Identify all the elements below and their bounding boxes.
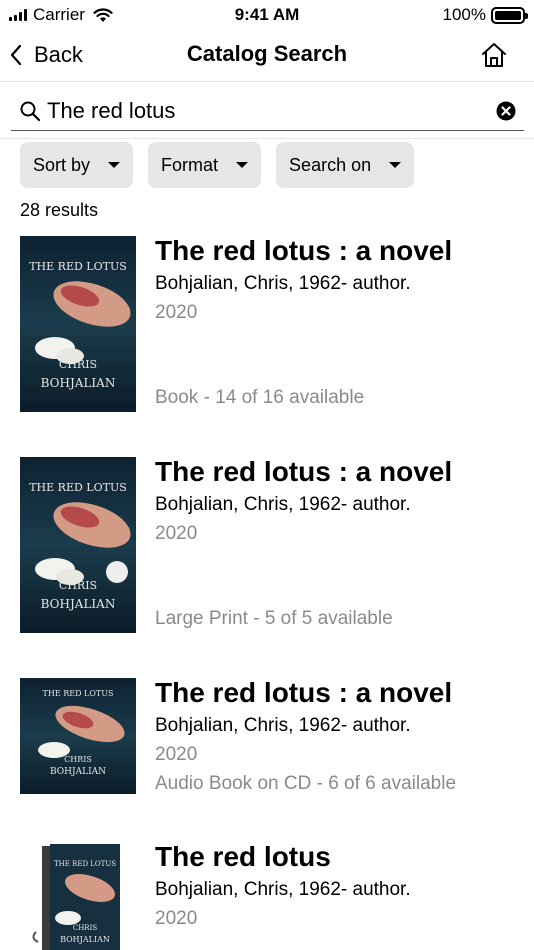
caret-down-icon (108, 162, 121, 168)
svg-text:BOHJALIAN: BOHJALIAN (41, 376, 116, 390)
clear-icon[interactable] (496, 101, 516, 121)
result-availability: Audio Book on CD - 6 of 6 available (155, 773, 457, 794)
result-title[interactable]: The red lotus (155, 842, 525, 872)
result-author: Bohjalian, Chris, 1962- author. (155, 494, 411, 515)
result-info: The red lotus Bohjalian, Chris, 1962- au… (155, 842, 525, 950)
back-label: Back (34, 42, 83, 67)
svg-text:THE RED LOTUS: THE RED LOTUS (54, 860, 116, 868)
svg-text:CHRIS: CHRIS (64, 755, 92, 764)
format-button[interactable]: Format (148, 142, 262, 188)
svg-text:THE RED LOTUS: THE RED LOTUS (29, 481, 127, 494)
result-item[interactable]: THE RED LOTUS CHRIS BOHJALIAN The red lo… (0, 678, 534, 803)
result-author: Bohjalian, Chris, 1962- author. (155, 273, 411, 294)
result-count: 28 results (20, 200, 99, 220)
book-cover-image: THE RED LOTUS CHRIS BOHJALIAN (20, 457, 136, 633)
result-year: 2020 (155, 908, 198, 929)
caret-down-icon (389, 162, 402, 168)
home-icon[interactable] (480, 41, 508, 69)
result-title[interactable]: The red lotus : a novel (155, 678, 525, 708)
svg-text:THE RED LOTUS: THE RED LOTUS (29, 260, 127, 273)
format-label: Format (161, 154, 219, 175)
result-year: 2020 (155, 302, 198, 323)
result-item[interactable]: THE RED LOTUS CHRIS BOHJALIAN The red lo… (0, 457, 534, 637)
result-title[interactable]: The red lotus : a novel (155, 457, 525, 487)
svg-text:CHRIS: CHRIS (73, 924, 97, 932)
book-cover-image: THE RED LOTUS CHRIS BOHJALIAN (20, 236, 136, 412)
result-author: Bohjalian, Chris, 1962- author. (155, 715, 411, 736)
result-info: The red lotus : a novel Bohjalian, Chris… (155, 457, 525, 633)
svg-text:THE RED LOTUS: THE RED LOTUS (43, 689, 114, 698)
result-year: 2020 (155, 744, 198, 765)
svg-text:CHRIS: CHRIS (59, 358, 97, 371)
svg-text:BOHJALIAN: BOHJALIAN (60, 935, 110, 944)
result-info: The red lotus : a novel Bohjalian, Chris… (155, 678, 525, 795)
sort-by-button[interactable]: Sort by (20, 142, 134, 188)
search-input[interactable] (47, 97, 496, 124)
caret-down-icon (236, 162, 249, 168)
svg-text:CHRIS: CHRIS (59, 579, 97, 592)
book-cover-image: THE RED LOTUS CHRIS BOHJALIAN (20, 678, 136, 794)
status-bar: Carrier 9:41 AM 100% (0, 0, 534, 30)
result-availability: Book - 14 of 16 available (155, 387, 365, 408)
result-item[interactable]: THE RED LOTUS CHRIS BOHJALIAN The red lo… (0, 842, 534, 950)
result-item[interactable]: THE RED LOTUS CHRIS BOHJALIAN The red lo… (0, 236, 534, 416)
battery-percent: 100% (442, 5, 486, 24)
battery-icon (491, 6, 528, 24)
filter-bar: Sort by Format Search on (20, 142, 415, 188)
search-area (0, 83, 534, 139)
search-icon (20, 101, 41, 121)
result-title[interactable]: The red lotus : a novel (155, 236, 525, 266)
svg-text:BOHJALIAN: BOHJALIAN (50, 767, 106, 777)
back-button[interactable]: Back (10, 40, 83, 70)
book-cover-image: THE RED LOTUS CHRIS BOHJALIAN (20, 842, 136, 950)
nav-bar: Back Catalog Search (0, 30, 534, 82)
chevron-left-icon (10, 44, 22, 66)
result-author: Bohjalian, Chris, 1962- author. (155, 879, 411, 900)
result-availability: Large Print - 5 of 5 available (155, 608, 393, 629)
sort-by-label: Sort by (33, 154, 91, 175)
result-year: 2020 (155, 523, 198, 544)
search-on-button[interactable]: Search on (276, 142, 415, 188)
search-on-label: Search on (289, 154, 372, 175)
svg-text:BOHJALIAN: BOHJALIAN (41, 597, 116, 611)
status-right: 100% (442, 5, 528, 25)
search-box (11, 91, 524, 131)
result-info: The red lotus : a novel Bohjalian, Chris… (155, 236, 525, 412)
